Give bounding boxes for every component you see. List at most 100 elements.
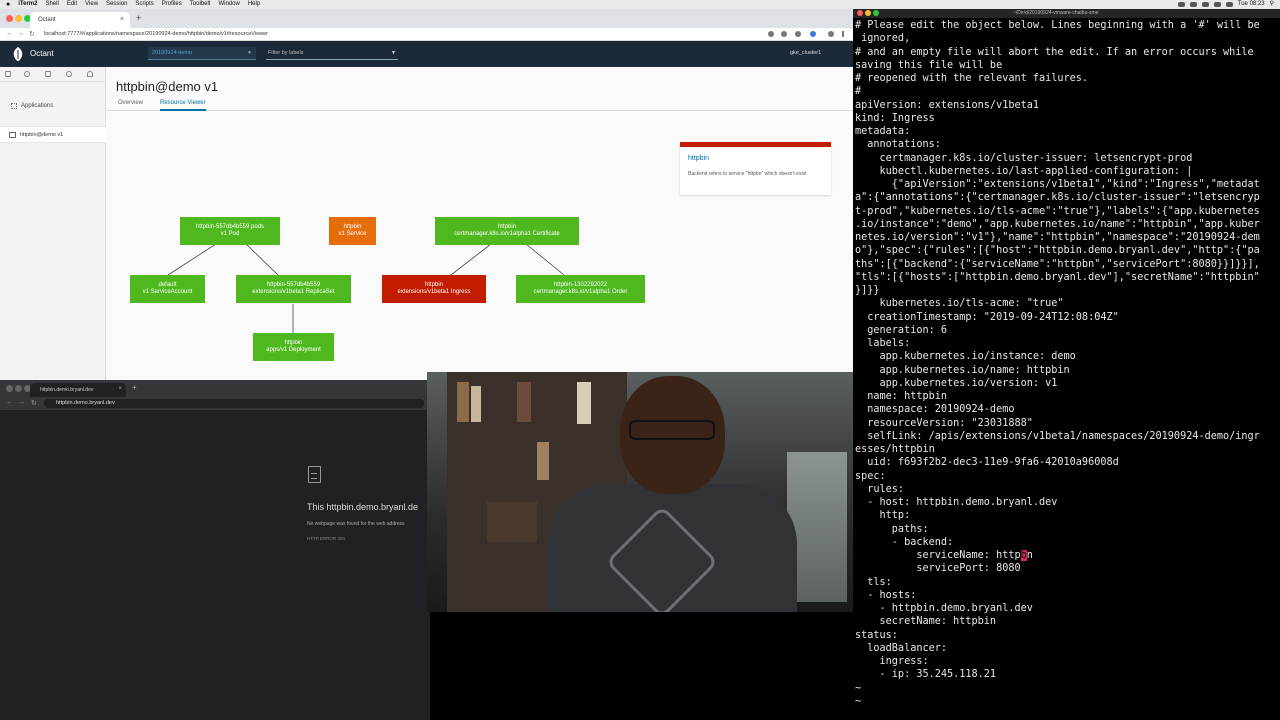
- menubar-clock[interactable]: Tue 08:23: [1238, 0, 1265, 9]
- namespace-value: 20190924-demo: [152, 50, 193, 56]
- url-text: httpbin.demo.bryanl.dev: [56, 400, 115, 406]
- cluster-context[interactable]: gke_cluster1: [790, 50, 821, 56]
- terminal-line: ~: [855, 695, 862, 707]
- overview-icon[interactable]: [24, 71, 30, 77]
- search-icon[interactable]: ⚲: [1270, 0, 1274, 9]
- resource-graph: httpbin-557db4b559 pods v1 Pod httpbin v…: [106, 111, 666, 380]
- star-icon[interactable]: [781, 31, 787, 37]
- terminal-window[interactable]: ~/Dir/d/20190924-vmware-chatbu-sme # Ple…: [853, 9, 1280, 720]
- mac-menubar: ● iTerm2 Shell Edit View Session Scripts…: [0, 0, 1280, 9]
- menu-shell[interactable]: Shell: [45, 0, 58, 9]
- new-tab-button[interactable]: +: [132, 383, 137, 392]
- new-tab-button[interactable]: +: [136, 13, 141, 23]
- zoom-window-button[interactable]: [873, 10, 879, 16]
- terminal-line: tls:: [855, 576, 892, 588]
- browser-tab-httpbin[interactable]: httpbin.demo.bryanl.dev ×: [30, 383, 126, 397]
- terminal-line: # Please edit the object below. Lines be…: [855, 20, 1260, 31]
- graph-node-service[interactable]: httpbin v1 Service: [329, 217, 376, 245]
- reload-icon[interactable]: ↻: [29, 30, 35, 38]
- sidebar-section-applications[interactable]: Applications: [0, 82, 106, 126]
- terminal-line: apiVersion: extensions/v1beta1: [855, 99, 1040, 111]
- cloud-icon[interactable]: [87, 71, 93, 77]
- tray-icon[interactable]: [1201, 2, 1209, 7]
- search-icon[interactable]: [768, 31, 774, 37]
- menu-session[interactable]: Session: [106, 0, 127, 9]
- book: [577, 382, 591, 424]
- menu-app-iterm2[interactable]: iTerm2: [18, 0, 37, 9]
- terminal-title: ~/Dir/d/20190924-vmware-chatbu-sme: [1013, 10, 1099, 16]
- tab-resource-viewer[interactable]: Resource Viewer: [160, 100, 206, 111]
- close-tab-icon[interactable]: ×: [120, 16, 124, 23]
- close-window-button[interactable]: [6, 15, 13, 22]
- terminal-text[interactable]: # Please edit the object below. Lines be…: [855, 19, 1278, 708]
- terminal-line: kind: Ingress: [855, 112, 935, 124]
- menu-edit[interactable]: Edit: [67, 0, 77, 9]
- minimize-window-button[interactable]: [865, 10, 871, 16]
- address-bar: ← → ↻ httpbin.demo.bryanl.dev: [0, 397, 430, 410]
- tray-icon[interactable]: [1177, 2, 1185, 7]
- grid-icon[interactable]: [5, 71, 11, 77]
- node-name: httpbin: [424, 282, 443, 288]
- terminal-line: creationTimestamp: "2019-09-24T12:08:04Z…: [855, 311, 1119, 323]
- close-window-button[interactable]: [857, 10, 863, 16]
- extension-icon[interactable]: [795, 31, 801, 37]
- graph-node-deployment[interactable]: httpbin apps/v1 Deployment: [253, 333, 334, 361]
- book: [457, 382, 469, 422]
- close-window-button[interactable]: [6, 385, 13, 392]
- node-kind: v1 ServiceAccount: [142, 289, 193, 295]
- sidebar-icon-row: [0, 67, 106, 82]
- terminal-line: generation: 6: [855, 324, 948, 336]
- sidebar-item-httpbin[interactable]: httpbin@demo v1: [0, 126, 106, 143]
- menu-help[interactable]: Help: [248, 0, 260, 9]
- menu-window[interactable]: Window: [218, 0, 239, 9]
- graph-node-ingress[interactable]: httpbin extensions/v1beta1 Ingress: [382, 275, 486, 303]
- workloads-icon[interactable]: [45, 71, 51, 77]
- graph-node-order[interactable]: httpbin-1302292022 certmanager.k8s.io/v1…: [516, 275, 645, 303]
- back-icon[interactable]: ←: [6, 399, 13, 406]
- tab-overview[interactable]: Overview: [118, 100, 143, 106]
- back-icon[interactable]: ←: [6, 30, 13, 37]
- terminal-line: kubectl.kubernetes.io/last-applied-confi…: [855, 165, 1193, 177]
- filter-placeholder: Filter by labels: [268, 50, 304, 56]
- settings-icon[interactable]: [66, 71, 72, 77]
- menu-profiles[interactable]: Profiles: [162, 0, 182, 9]
- graph-node-serviceaccount[interactable]: default v1 ServiceAccount: [130, 275, 205, 303]
- terminal-line: - host: httpbin.demo.bryanl.dev: [855, 497, 1058, 508]
- minimize-window-button[interactable]: [15, 385, 22, 392]
- url-field[interactable]: httpbin.demo.bryanl.dev: [44, 399, 424, 408]
- extension-icon[interactable]: [810, 31, 816, 37]
- book: [537, 442, 549, 480]
- browser-tab-octant[interactable]: Octant ×: [30, 12, 130, 28]
- namespace-select[interactable]: 20190924-demo ▼: [148, 47, 256, 60]
- terminal-titlebar: ~/Dir/d/20190924-vmware-chatbu-sme: [853, 9, 1280, 18]
- node-kind: apps/v1 Deployment: [266, 347, 321, 353]
- node-kind: extensions/v1beta1 ReplicaSet: [252, 289, 335, 295]
- tray-icon[interactable]: [1189, 2, 1197, 7]
- minimize-window-button[interactable]: [15, 15, 22, 22]
- terminal-line: servicePort: 8080: [855, 563, 1021, 575]
- graph-node-pod[interactable]: httpbin-557db4b559 pods v1 Pod: [180, 217, 280, 245]
- graph-node-replicaset[interactable]: httpbin-557db4b559 extensions/v1beta1 Re…: [236, 275, 351, 303]
- label-filter-input[interactable]: Filter by labels ▼: [266, 47, 398, 60]
- terminal-line: serviceName: httpbn: [855, 550, 1033, 561]
- menu-dots-icon[interactable]: [842, 31, 844, 37]
- avatar[interactable]: [828, 31, 834, 37]
- octant-header: Octant 20190924-demo ▼ Filter by labels …: [0, 41, 853, 67]
- url-field[interactable]: localhost:7777/#/applications/namespace/…: [44, 31, 268, 37]
- menu-scripts[interactable]: Scripts: [135, 0, 153, 9]
- forward-icon[interactable]: →: [18, 399, 25, 406]
- terminal-line: labels:: [855, 338, 911, 349]
- close-tab-icon[interactable]: ×: [118, 386, 122, 392]
- terminal-line: # and an empty file will abort the edit.…: [855, 46, 1254, 58]
- battery-icon[interactable]: [1225, 2, 1233, 7]
- book: [487, 502, 537, 542]
- menu-view[interactable]: View: [85, 0, 98, 9]
- reload-icon[interactable]: ↻: [31, 399, 37, 407]
- graph-node-certificate[interactable]: httpbin certmanager.k8s.io/v1alpha1 Cert…: [435, 217, 579, 245]
- forward-icon[interactable]: →: [17, 30, 24, 37]
- wifi-icon[interactable]: [1213, 2, 1221, 7]
- apple-icon[interactable]: ●: [6, 0, 10, 9]
- error-title: This httpbin.demo.bryanl.de: [307, 502, 419, 512]
- card-title[interactable]: httpbin: [688, 155, 709, 162]
- menu-toolbelt[interactable]: Toolbelt: [190, 0, 211, 9]
